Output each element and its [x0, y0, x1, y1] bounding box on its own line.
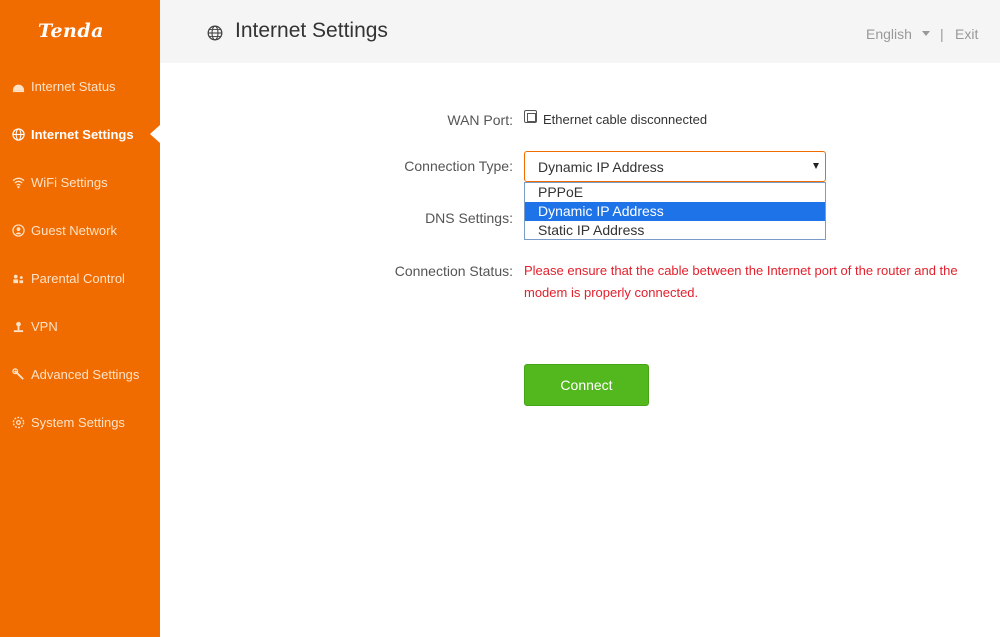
- page-header: Internet Settings English | Exit: [160, 0, 1000, 63]
- connection-type-select[interactable]: Dynamic IP Address: [524, 151, 826, 182]
- sidebar-item-label: WiFi Settings: [31, 174, 108, 190]
- option-static-ip[interactable]: Static IP Address: [525, 221, 825, 240]
- sidebar-item-vpn[interactable]: VPN: [0, 311, 160, 341]
- dashboard-icon: [11, 79, 25, 93]
- connect-button[interactable]: Connect: [524, 364, 649, 406]
- parental-control-icon: [11, 271, 25, 285]
- guest-network-icon: [11, 223, 25, 237]
- sidebar-item-internet-status[interactable]: Internet Status: [0, 71, 160, 101]
- tenda-logo: Tenda: [38, 20, 104, 42]
- option-dynamic-ip[interactable]: Dynamic IP Address: [525, 202, 825, 221]
- option-pppoe[interactable]: PPPoE: [525, 183, 825, 202]
- sidebar-item-label: Internet Settings: [31, 126, 134, 142]
- sidebar-item-label: Guest Network: [31, 222, 117, 238]
- wifi-icon: [11, 175, 25, 189]
- chevron-down-icon[interactable]: [922, 31, 930, 36]
- sidebar-item-internet-settings[interactable]: Internet Settings: [0, 119, 160, 149]
- ethernet-port-icon: [524, 110, 537, 123]
- wrench-icon: [11, 367, 25, 381]
- globe-icon: [11, 127, 25, 141]
- sidebar: Tenda Internet Status Internet Settings …: [0, 0, 160, 637]
- header-separator: |: [940, 26, 944, 42]
- connection-type-label: Connection Type:: [404, 158, 513, 174]
- connection-status-label: Connection Status:: [394, 263, 513, 279]
- connection-type-dropdown: PPPoE Dynamic IP Address Static IP Addre…: [524, 182, 826, 240]
- wan-port-status: Ethernet cable disconnected: [543, 112, 708, 127]
- vpn-icon: [11, 319, 25, 333]
- chevron-down-icon[interactable]: [813, 163, 819, 169]
- sidebar-item-label: Internet Status: [31, 78, 116, 94]
- sidebar-item-advanced-settings[interactable]: Advanced Settings: [0, 359, 160, 389]
- sidebar-item-label: Parental Control: [31, 270, 125, 286]
- gear-icon: [11, 415, 25, 429]
- sidebar-item-guest-network[interactable]: Guest Network: [0, 215, 160, 245]
- sidebar-item-system-settings[interactable]: System Settings: [0, 407, 160, 437]
- sidebar-item-label: Advanced Settings: [31, 366, 140, 382]
- page-title: Internet Settings: [235, 19, 388, 42]
- sidebar-item-wifi-settings[interactable]: WiFi Settings: [0, 167, 160, 197]
- connection-type-value: Dynamic IP Address: [538, 159, 664, 175]
- connection-status-message: Please ensure that the cable between the…: [524, 263, 958, 300]
- exit-link[interactable]: Exit: [955, 26, 978, 42]
- language-selector[interactable]: English: [866, 26, 912, 42]
- sidebar-item-parental-control[interactable]: Parental Control: [0, 263, 160, 293]
- dns-settings-label: DNS Settings:: [425, 210, 513, 226]
- active-indicator: [150, 125, 160, 143]
- sidebar-item-label: System Settings: [31, 414, 125, 430]
- sidebar-item-label: VPN: [31, 318, 58, 334]
- globe-icon: [207, 25, 223, 41]
- wan-port-label: WAN Port:: [447, 112, 513, 128]
